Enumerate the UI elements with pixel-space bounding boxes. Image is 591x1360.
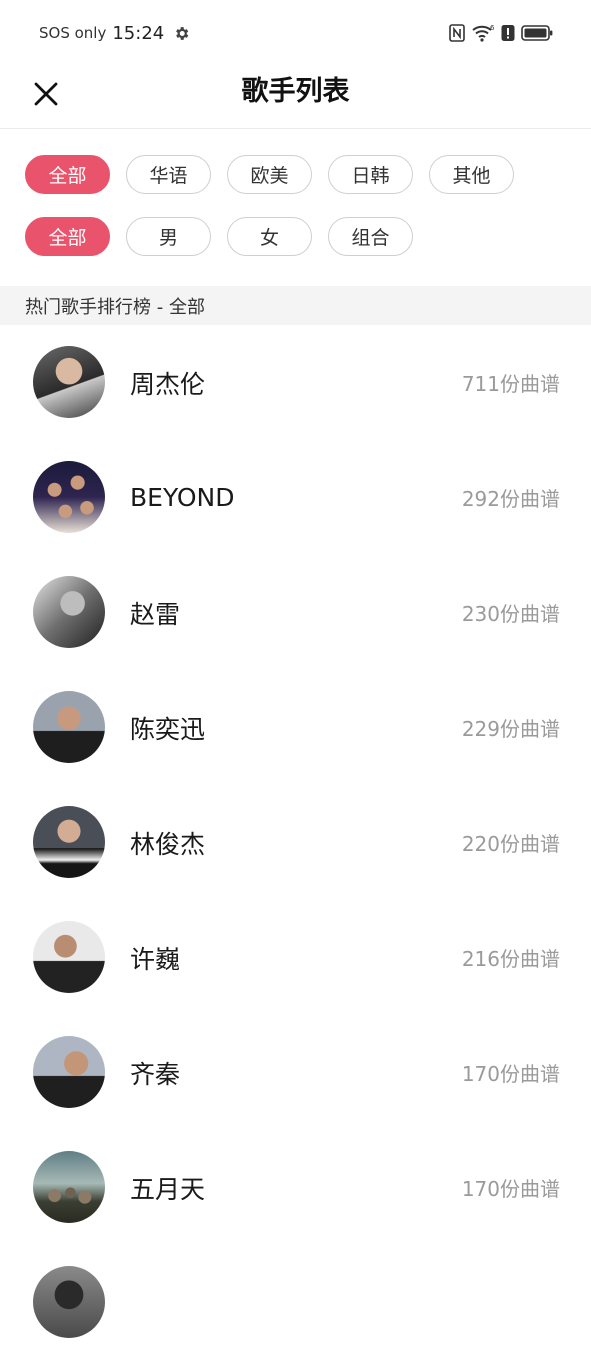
- score-count: 170份曲谱: [461, 1177, 560, 1201]
- singer-row[interactable]: 赵雷 230份曲谱: [0, 555, 591, 670]
- avatar: [33, 1266, 105, 1338]
- singer-row-partial[interactable]: [0, 1245, 591, 1360]
- alert-icon: [501, 25, 515, 41]
- region-chip-other[interactable]: 其他: [429, 155, 514, 194]
- header: 歌手列表: [0, 64, 591, 129]
- score-count: 220份曲谱: [461, 832, 560, 856]
- avatar: [33, 461, 105, 533]
- avatar: [33, 806, 105, 878]
- section-title: 热门歌手排行榜 - 全部: [25, 296, 205, 318]
- gender-chip-group[interactable]: 组合: [328, 217, 413, 256]
- region-chip-chinese[interactable]: 华语: [126, 155, 211, 194]
- svg-text:6: 6: [490, 24, 495, 32]
- singer-name: 林俊杰: [130, 829, 206, 859]
- avatar: [33, 346, 105, 418]
- singer-name: 许巍: [130, 944, 181, 974]
- singer-name: 陈奕迅: [130, 714, 206, 744]
- singer-row[interactable]: BEYOND 292份曲谱: [0, 440, 591, 555]
- status-right: 6: [449, 21, 553, 45]
- carrier-label: SOS only: [39, 24, 107, 42]
- score-count: 230份曲谱: [461, 602, 560, 626]
- region-chip-japan-korea[interactable]: 日韩: [328, 155, 413, 194]
- score-count: 229份曲谱: [461, 717, 560, 741]
- battery-icon: [521, 25, 553, 41]
- singer-row[interactable]: 周杰伦 711份曲谱: [0, 325, 591, 440]
- singer-name: 赵雷: [130, 599, 181, 629]
- avatar: [33, 1151, 105, 1223]
- score-count: 292份曲谱: [461, 487, 560, 511]
- region-chip-all[interactable]: 全部: [25, 155, 110, 194]
- avatar: [33, 1036, 105, 1108]
- singer-row[interactable]: 陈奕迅 229份曲谱: [0, 670, 591, 785]
- singer-list: 周杰伦 711份曲谱 BEYOND 292份曲谱 赵雷 230份曲谱 陈奕迅 2…: [0, 325, 591, 1360]
- gender-filter: 全部 男 女 组合: [25, 217, 413, 256]
- singer-name: 齐秦: [130, 1059, 181, 1089]
- singer-name: BEYOND: [130, 483, 235, 512]
- avatar: [33, 921, 105, 993]
- score-count: 711份曲谱: [461, 372, 560, 396]
- score-count: 170份曲谱: [461, 1062, 560, 1086]
- singer-row[interactable]: 五月天 170份曲谱: [0, 1130, 591, 1245]
- singer-name: 周杰伦: [130, 369, 206, 399]
- singer-row[interactable]: 林俊杰 220份曲谱: [0, 785, 591, 900]
- region-filter: 全部 华语 欧美 日韩 其他: [25, 155, 514, 194]
- nfc-icon: [449, 24, 465, 42]
- status-left: SOS only 15:24: [39, 21, 190, 45]
- singer-name: 五月天: [130, 1174, 206, 1204]
- region-chip-western[interactable]: 欧美: [227, 155, 312, 194]
- avatar: [33, 576, 105, 648]
- status-bar: SOS only 15:24 6: [0, 0, 591, 64]
- page-title: 歌手列表: [241, 76, 350, 107]
- clock: 15:24: [112, 22, 165, 44]
- section-header: 热门歌手排行榜 - 全部: [0, 286, 591, 325]
- gender-chip-male[interactable]: 男: [126, 217, 211, 256]
- gender-chip-female[interactable]: 女: [227, 217, 312, 256]
- score-count: 216份曲谱: [461, 947, 560, 971]
- wifi-icon: 6: [472, 24, 495, 42]
- singer-row[interactable]: 许巍 216份曲谱: [0, 900, 591, 1015]
- avatar: [33, 691, 105, 763]
- singer-row[interactable]: 齐秦 170份曲谱: [0, 1015, 591, 1130]
- gear-icon: [176, 26, 189, 40]
- gender-chip-all[interactable]: 全部: [25, 217, 110, 256]
